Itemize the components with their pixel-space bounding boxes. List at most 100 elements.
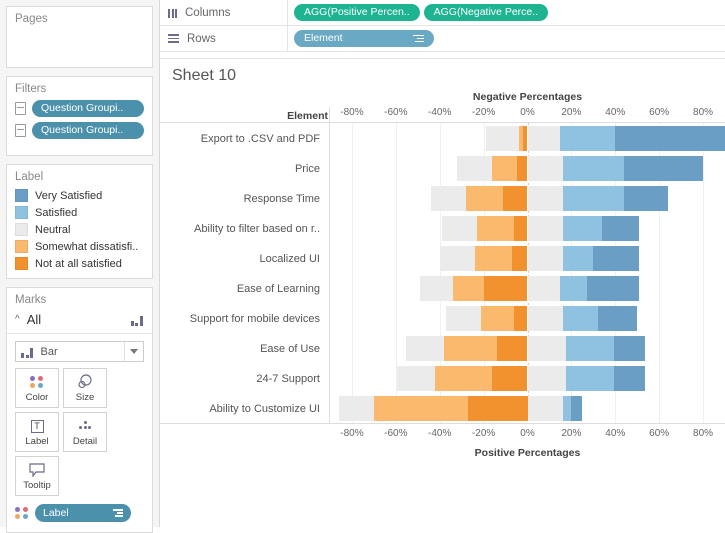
marks-label-button[interactable]: T Label [15,412,59,452]
axis-tick-label: -80% [340,428,364,439]
pill-agg-negative-percentages[interactable]: AGG(Negative Perce.. [423,4,549,21]
bar-segment-not-at-all-satisfied[interactable] [496,335,528,361]
columns-shelf[interactable]: Columns AGG(Positive Percen.. AGG(Negati… [160,0,725,26]
filter-pill-question-grouping-2[interactable]: Question Groupi.. [32,121,144,139]
filter-pill-question-grouping-1[interactable]: Question Groupi.. [32,99,144,117]
row-label[interactable]: Ability to filter based on r.. [160,223,320,235]
bar-segment-neutral-left[interactable] [419,275,453,301]
bar-segment-neutral-left[interactable] [446,305,482,331]
bar-segment-neutral-left[interactable] [405,335,445,361]
bar-segment-satisfied[interactable] [562,155,625,181]
marks-all-row[interactable]: ^ All [7,310,152,334]
bar-segment-not-at-all-satisfied[interactable] [512,245,528,271]
bar-segment-not-at-all-satisfied[interactable] [516,155,528,181]
bar-segment-somewhat-dissatisfied[interactable] [477,215,515,241]
bar-segment-very-satisfied[interactable] [597,305,638,331]
legend-item-somewhat-dissatisfied[interactable]: Somewhat dissatisfi.. [15,238,144,255]
bar-segment-very-satisfied[interactable] [614,335,645,361]
bar-segment-very-satisfied[interactable] [571,395,583,421]
bar-segment-neutral-left[interactable] [485,125,519,151]
bar-segment-neutral-right[interactable] [527,155,563,181]
row-label[interactable]: Ease of Use [160,343,320,355]
bar-segment-neutral-right[interactable] [527,245,563,271]
row-label[interactable]: Support for mobile devices [160,313,320,325]
pill-agg-positive-percentages[interactable]: AGG(Positive Percen.. [294,4,420,21]
bar-segment-very-satisfied[interactable] [602,215,640,241]
mark-type-dropdown[interactable]: Bar [15,341,144,362]
bar-segment-neutral-right[interactable] [527,365,566,391]
bar-segment-satisfied[interactable] [562,305,598,331]
filter-card-icon[interactable] [15,101,26,115]
bar-segment-neutral-left[interactable] [396,365,436,391]
bar-segment-neutral-right[interactable] [527,185,563,211]
bar-segment-not-at-all-satisfied[interactable] [468,395,528,421]
bar-segment-neutral-right[interactable] [527,215,563,241]
bar-segment-satisfied[interactable] [562,395,572,421]
bar-segment-somewhat-dissatisfied[interactable] [481,305,515,331]
gridline [351,123,353,423]
bar-segment-satisfied[interactable] [565,365,615,391]
bar-segment-very-satisfied[interactable] [624,185,668,211]
marks-detail-button[interactable]: Detail [63,412,107,452]
legend-item-neutral[interactable]: Neutral [15,221,144,238]
bar-segment-not-at-all-satisfied[interactable] [514,215,528,241]
legend-item-not-at-all-satisfied[interactable]: Not at all satisfied [15,255,144,272]
bar-segment-not-at-all-satisfied[interactable] [503,185,528,211]
bar-segment-satisfied[interactable] [560,125,616,151]
bar-segment-neutral-right[interactable] [527,275,561,301]
bar-segment-somewhat-dissatisfied[interactable] [444,335,497,361]
rows-shelf-pills: Element [288,30,434,47]
filter-row[interactable]: Question Groupi.. [15,99,144,117]
bar-segment-somewhat-dissatisfied[interactable] [518,125,524,151]
bar-segment-neutral-left[interactable] [430,185,467,211]
bar-segment-not-at-all-satisfied[interactable] [492,365,528,391]
marks-tooltip-button[interactable]: Tooltip [15,456,59,496]
bar-segment-not-at-all-satisfied[interactable] [514,305,528,331]
bar-segment-somewhat-dissatisfied[interactable] [435,365,493,391]
bar-segment-satisfied[interactable] [565,335,615,361]
filter-row[interactable]: Question Groupi.. [15,121,144,139]
marks-size-button[interactable]: Size [63,368,107,408]
bar-segment-neutral-left[interactable] [439,245,475,271]
bar-segment-somewhat-dissatisfied[interactable] [466,185,504,211]
bar-segment-very-satisfied[interactable] [624,155,704,181]
bar-segment-neutral-left[interactable] [338,395,374,421]
bar-segment-very-satisfied[interactable] [614,365,645,391]
marks-color-button[interactable]: Color [15,368,59,408]
bar-segment-not-at-all-satisfied[interactable] [483,275,528,301]
bar-segment-somewhat-dissatisfied[interactable] [492,155,517,181]
row-label[interactable]: Response Time [160,193,320,205]
rows-shelf[interactable]: Rows Element [160,25,725,52]
bar-segment-satisfied[interactable] [562,185,625,211]
bar-segment-satisfied[interactable] [562,215,603,241]
row-label[interactable]: Localized UI [160,253,320,265]
row-label[interactable]: Export to .CSV and PDF [160,133,320,145]
marks-label-pill[interactable]: Label [35,504,131,522]
chevron-down-icon[interactable] [124,342,143,361]
bar-segment-somewhat-dissatisfied[interactable] [373,395,469,421]
row-label[interactable]: Price [160,163,320,175]
row-label[interactable]: 24-7 Support [160,373,320,385]
bar-segment-neutral-left[interactable] [441,215,478,241]
bar-segment-satisfied[interactable] [562,245,594,271]
legend-item-very-satisfied[interactable]: Very Satisfied [15,187,144,204]
bar-segment-satisfied[interactable] [560,275,587,301]
columns-shelf-name: Columns [160,0,288,26]
bar-segment-very-satisfied[interactable] [615,125,725,151]
axis-tick-label: 60% [649,107,670,118]
bar-segment-very-satisfied[interactable] [586,275,640,301]
chevron-up-icon[interactable]: ^ [15,314,20,325]
row-label[interactable]: Ease of Learning [160,283,320,295]
pill-element[interactable]: Element [294,30,434,47]
legend-item-satisfied[interactable]: Satisfied [15,204,144,221]
bar-segment-somewhat-dissatisfied[interactable] [452,275,484,301]
bar-segment-somewhat-dissatisfied[interactable] [474,245,513,271]
bar-segment-neutral-left[interactable] [457,155,493,181]
bar-segment-neutral-right[interactable] [527,335,566,361]
row-label[interactable]: Ability to Customize UI [160,403,320,415]
bar-segment-neutral-right[interactable] [527,125,561,151]
filter-card-icon[interactable] [15,123,26,137]
bar-segment-neutral-right[interactable] [527,395,563,421]
bar-segment-neutral-right[interactable] [527,305,563,331]
bar-segment-very-satisfied[interactable] [593,245,640,271]
